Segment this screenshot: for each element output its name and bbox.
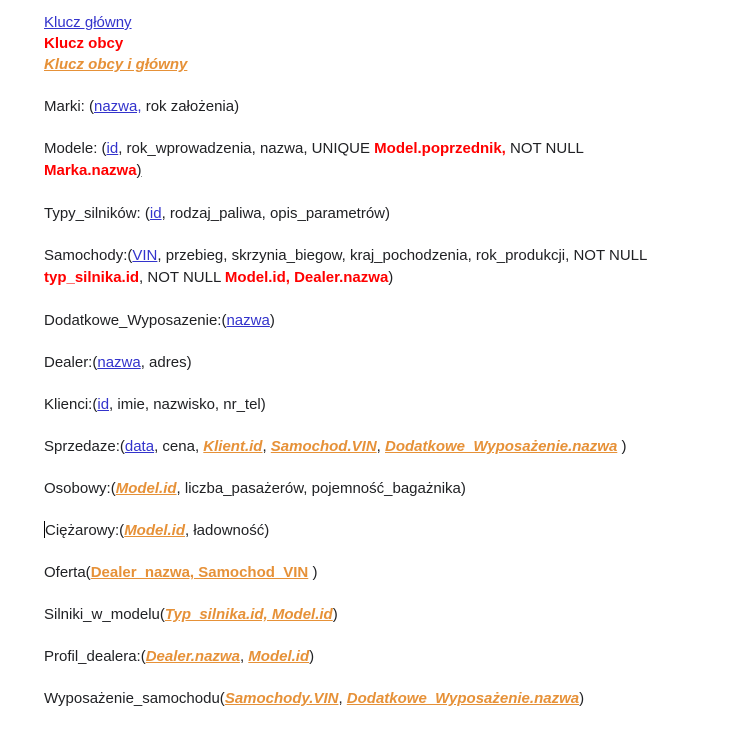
table-osobowy: Osobowy:(Model.id, liczba_pasażerów, poj…: [44, 480, 466, 497]
legend-foreign-and-primary-key: Klucz obcy i główny: [44, 56, 188, 73]
table-samochody: Samochody:(VIN, przebieg, skrzynia_biego…: [44, 247, 648, 286]
table-typy-silnikow: Typy_silników: (id, rodzaj_paliwa, opis_…: [44, 205, 391, 222]
table-modele: Modele: (id, rok_wprowadzenia, nazwa, UN…: [44, 140, 584, 179]
legend-foreign-key: Klucz obcy: [44, 35, 124, 52]
table-ciezarowy: Ciężarowy:(Model.id, ładowność): [44, 521, 270, 539]
table-sprzedaze: Sprzedaze:(data, cena, Klient.id, Samoch…: [44, 438, 627, 455]
table-dealer: Dealer:(nazwa, adres): [44, 354, 192, 371]
table-dodatkowe-wyposazenie: Dodatkowe_Wyposazenie:(nazwa): [44, 312, 275, 329]
table-wyposazenie-samochodu: Wyposażenie_samochodu(Samochody.VIN, Dod…: [44, 690, 585, 707]
legend-primary-key: Klucz główny: [44, 14, 132, 31]
table-marki: Marki: (nazwa, rok założenia): [44, 98, 240, 115]
table-silniki-w-modelu: Silniki_w_modelu(Typ_silnika.id, Model.i…: [44, 606, 338, 623]
document-body[interactable]: Klucz główny Klucz obcy Klucz obcy i głó…: [44, 12, 714, 709]
table-oferta: Oferta(Dealer_nazwa, Samochod_VIN ): [44, 564, 318, 581]
table-profil-dealera: Profil_dealera:(Dealer.nazwa, Model.id): [44, 648, 315, 665]
table-klienci: Klienci:(id, imie, nazwisko, nr_tel): [44, 396, 266, 413]
